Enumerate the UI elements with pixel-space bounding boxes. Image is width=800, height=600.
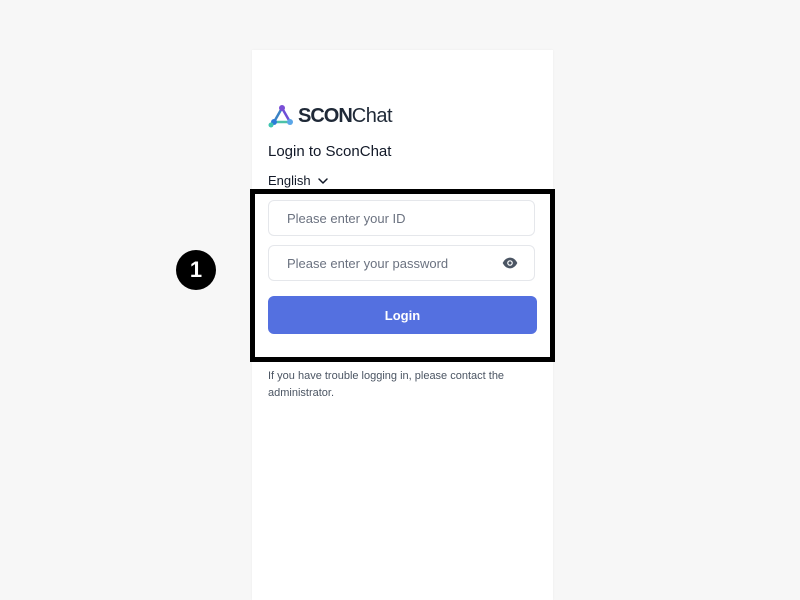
password-input[interactable] xyxy=(285,254,502,272)
language-selector[interactable]: English xyxy=(268,173,329,188)
id-field[interactable] xyxy=(268,200,535,236)
step-number-badge: 1 xyxy=(176,250,216,290)
login-panel: SCONChat Login to SconChat English Login… xyxy=(252,50,553,600)
brand-name: SCONChat xyxy=(298,104,393,128)
network-triangle-logo-icon xyxy=(268,105,293,128)
chevron-down-icon xyxy=(317,177,328,184)
language-label: English xyxy=(268,173,311,188)
brand-name-light: Chat xyxy=(351,105,393,127)
id-input[interactable] xyxy=(285,209,518,227)
login-button[interactable]: Login xyxy=(268,296,537,334)
brand-logo: SCONChat xyxy=(268,104,393,128)
help-text: If you have trouble logging in, please c… xyxy=(268,370,505,399)
eye-icon[interactable] xyxy=(502,255,518,271)
brand-name-bold: SCON xyxy=(298,105,353,127)
page-title: Login to SconChat xyxy=(268,143,392,160)
password-field[interactable] xyxy=(268,245,535,281)
